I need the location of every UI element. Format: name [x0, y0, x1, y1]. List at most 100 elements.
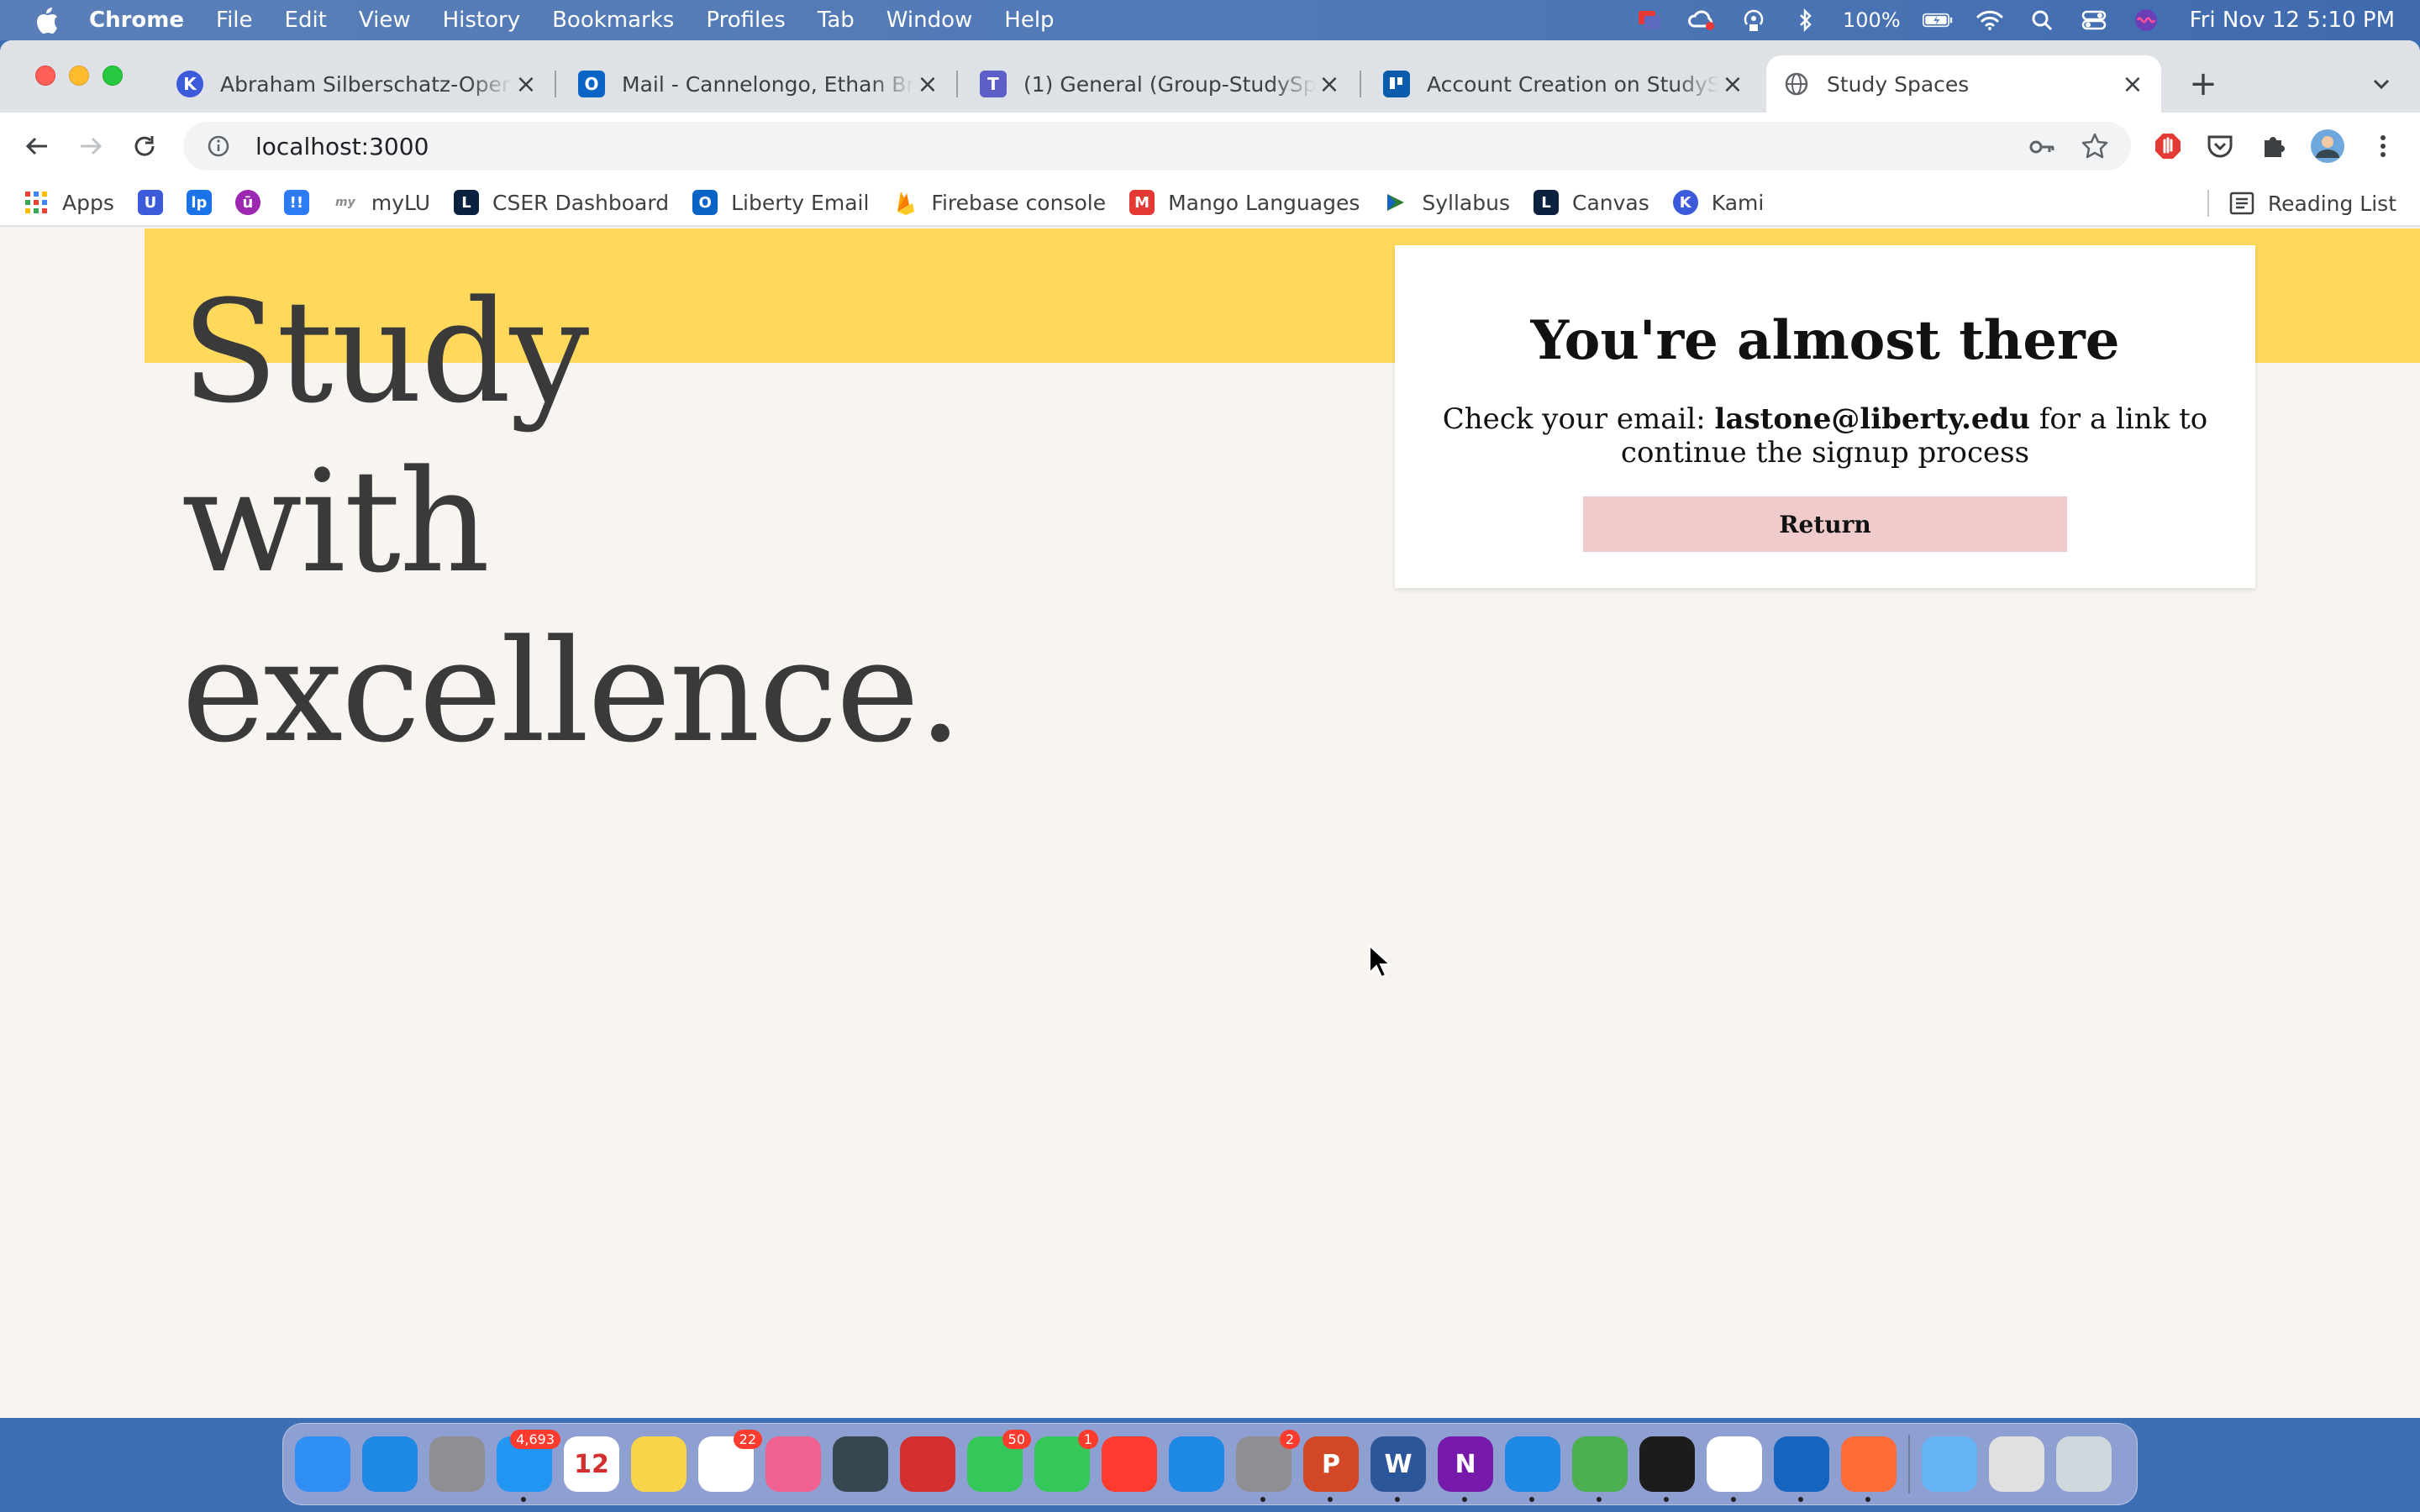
system-preferences-icon[interactable]: 2 — [1236, 1430, 1300, 1502]
bookmark-kami[interactable]: K Kami — [1672, 190, 1764, 215]
url-text[interactable]: localhost:3000 — [255, 133, 429, 160]
menu-history[interactable]: History — [443, 8, 521, 33]
airdrop-icon[interactable] — [1739, 8, 1769, 33]
menu-app-name[interactable]: Chrome — [89, 8, 184, 33]
chrome-menu-icon[interactable] — [2366, 129, 2400, 163]
window-close-button[interactable] — [35, 66, 55, 86]
photo-booth-icon[interactable] — [900, 1436, 955, 1492]
bookmark-u[interactable]: U — [137, 190, 163, 215]
password-key-icon[interactable] — [2028, 134, 2055, 160]
control-center-icon[interactable] — [2079, 8, 2109, 33]
mongodb-compass-icon[interactable] — [1707, 1436, 1762, 1502]
bookmark-syllabus[interactable]: Syllabus — [1383, 190, 1510, 215]
bookmark-apps[interactable]: Apps — [24, 190, 114, 215]
reading-list-button[interactable]: Reading List — [2207, 180, 2396, 227]
mail-icon[interactable]: 4,693 — [497, 1430, 560, 1502]
tab-close-icon[interactable]: × — [1721, 70, 1744, 99]
pocket-extension-icon[interactable] — [2203, 129, 2237, 163]
creative-cloud-icon[interactable] — [1686, 8, 1717, 33]
battery-percent: 100% — [1843, 8, 1901, 32]
screen-share-status-icon[interactable] — [1634, 8, 1665, 33]
menu-window[interactable]: Window — [886, 8, 973, 33]
tab-search-chevron-icon[interactable] — [2368, 71, 2395, 97]
menu-bookmarks[interactable]: Bookmarks — [552, 8, 674, 33]
bookmark-label: Liberty Email — [731, 190, 870, 215]
window-zoom-button[interactable] — [103, 66, 123, 86]
bookmark-firebase-console[interactable]: Firebase console — [892, 190, 1106, 215]
facetime-icon[interactable]: 1 — [1034, 1430, 1098, 1492]
bookmark-canvas[interactable]: L Canvas — [1533, 190, 1649, 215]
new-tab-button[interactable]: + — [2185, 65, 2222, 103]
menu-edit[interactable]: Edit — [285, 8, 327, 33]
bookmark-blue-app[interactable]: !! — [283, 190, 309, 215]
bookmark-cser-dashboard[interactable]: L CSER Dashboard — [454, 190, 669, 215]
reading-list-label: Reading List — [2267, 191, 2396, 216]
bookmark-mylu[interactable]: my myLU — [333, 190, 430, 215]
bookmark-purple[interactable]: ū — [234, 190, 260, 215]
profile-avatar[interactable] — [2311, 129, 2344, 163]
back-button[interactable] — [18, 128, 55, 165]
trash-icon[interactable] — [2056, 1436, 2112, 1492]
address-bar[interactable]: localhost:3000 — [183, 122, 2131, 171]
wifi-icon[interactable] — [1975, 8, 2005, 33]
menu-tab[interactable]: Tab — [818, 8, 855, 33]
return-button[interactable]: Return — [1583, 496, 2067, 552]
tab-title: Abraham Silberschatz-Operati — [220, 71, 513, 97]
postman-icon[interactable] — [1841, 1436, 1897, 1502]
siri-icon[interactable] — [2131, 8, 2161, 33]
site-info-icon[interactable] — [207, 134, 230, 158]
notes-icon[interactable] — [631, 1436, 687, 1492]
browser-toolbar: localhost:3000 — [0, 113, 2420, 180]
reminders-icon[interactable]: 22 — [698, 1430, 762, 1492]
tab-close-icon[interactable]: × — [1318, 70, 1341, 99]
tab-close-icon[interactable]: × — [2121, 70, 2144, 99]
tab-account-creation[interactable]: Account Creation on StudySpa × — [1366, 55, 1761, 113]
menubar-clock[interactable]: Fri Nov 12 5:10 PM — [2190, 8, 2395, 33]
extensions-puzzle-icon[interactable] — [2257, 129, 2291, 163]
vscode-icon[interactable] — [1505, 1436, 1560, 1502]
tab-mail[interactable]: O Mail - Cannelongo, Ethan Brian × — [561, 55, 956, 113]
quicktime-icon[interactable] — [833, 1436, 888, 1492]
safari-icon[interactable] — [362, 1436, 418, 1492]
adblock-extension-icon[interactable] — [2151, 129, 2185, 163]
messages-icon[interactable]: 50 — [967, 1430, 1031, 1492]
running-indicator — [1395, 1497, 1400, 1502]
reload-button[interactable] — [126, 128, 163, 165]
photos-icon[interactable] — [765, 1436, 821, 1492]
app-store-icon[interactable] — [1169, 1436, 1224, 1492]
tab-close-icon[interactable]: × — [916, 70, 939, 99]
bookmark-mango-languages[interactable]: M Mango Languages — [1129, 190, 1360, 215]
documents-stack-icon[interactable] — [1989, 1436, 2044, 1492]
forward-button[interactable] — [72, 128, 109, 165]
bookmark-liberty-email[interactable]: O Liberty Email — [692, 190, 869, 215]
finder-icon[interactable] — [295, 1436, 350, 1492]
spotlight-search-icon[interactable] — [2027, 8, 2057, 33]
tab-teams-general[interactable]: T (1) General (Group-StudySpace × — [963, 55, 1358, 113]
launchpad-icon[interactable] — [429, 1436, 485, 1492]
word-icon[interactable]: W — [1370, 1436, 1426, 1502]
chrome-icon[interactable] — [1572, 1436, 1628, 1502]
powerpoint-icon[interactable]: P — [1303, 1436, 1359, 1502]
running-indicator — [1798, 1497, 1803, 1502]
menu-view[interactable]: View — [359, 8, 411, 33]
news-icon[interactable] — [1102, 1436, 1157, 1492]
apple-menu-icon[interactable] — [35, 6, 60, 34]
terminal-icon[interactable] — [1639, 1436, 1695, 1502]
bookmark-star-icon[interactable] — [2081, 132, 2109, 160]
menu-profiles[interactable]: Profiles — [706, 8, 785, 33]
tab-operating-systems[interactable]: K Abraham Silberschatz-Operati × — [160, 55, 555, 113]
tab-study-spaces[interactable]: Study Spaces × — [1766, 55, 2161, 113]
onenote-icon[interactable]: N — [1438, 1436, 1493, 1502]
window-minimize-button[interactable] — [69, 66, 89, 86]
bluetooth-icon[interactable] — [1791, 8, 1821, 33]
menu-file[interactable]: File — [216, 8, 253, 33]
screen-sharing-icon[interactable] — [1774, 1436, 1829, 1502]
menu-help[interactable]: Help — [1004, 8, 1054, 33]
running-indicator — [1664, 1497, 1669, 1502]
tab-close-icon[interactable]: × — [514, 70, 538, 99]
calendar-icon[interactable]: 12 — [564, 1436, 619, 1492]
downloads-folder-icon[interactable] — [1922, 1436, 1977, 1492]
card-message: Check your email: lastone@liberty.edu fo… — [1413, 402, 2237, 470]
bookmark-lp[interactable]: lp — [186, 190, 212, 215]
battery-icon[interactable] — [1922, 8, 1953, 33]
